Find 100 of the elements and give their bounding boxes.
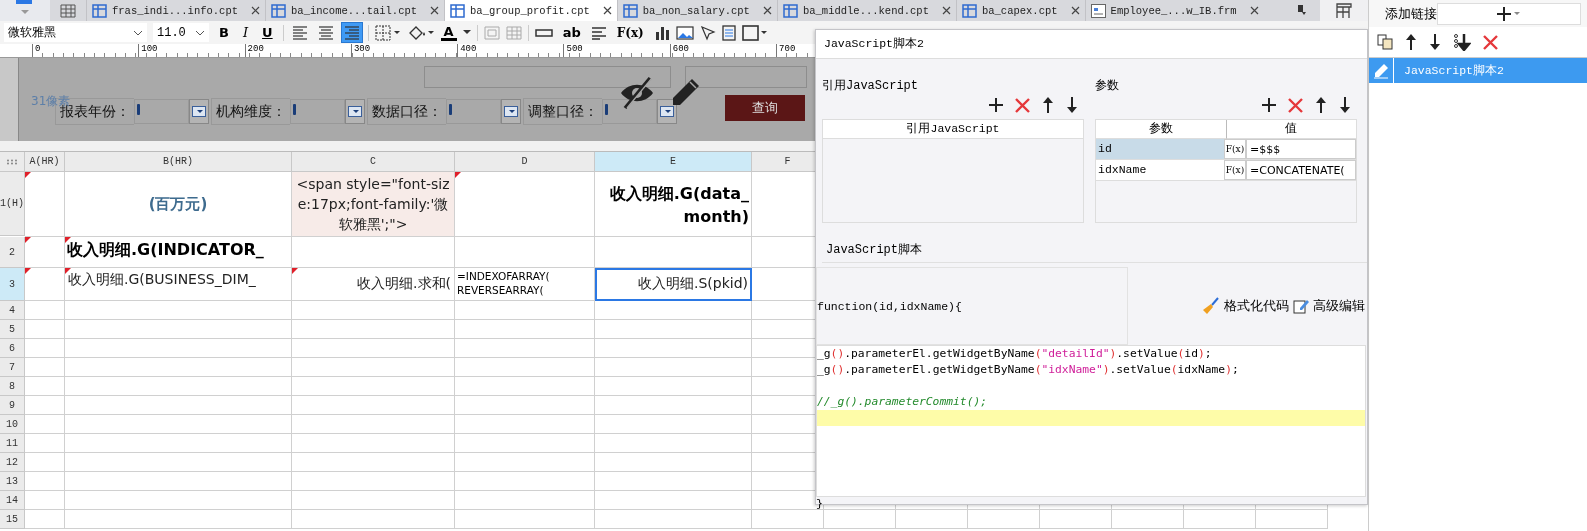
close-icon[interactable] [762,6,772,15]
table-cell[interactable] [25,320,65,339]
row-header[interactable]: 10 [0,415,25,434]
table-cell[interactable] [292,434,455,453]
row-header[interactable]: 2 [0,237,25,268]
font-select[interactable]: 微软雅黑 [4,23,147,42]
arrow-down-icon[interactable] [1339,97,1351,113]
close-icon[interactable] [251,6,261,15]
table-cell[interactable] [65,510,292,529]
row-header[interactable]: 7 [0,358,25,377]
row-header[interactable]: 5 [0,320,25,339]
document-icon[interactable] [721,24,736,41]
move-to-bottom-icon[interactable] [1453,33,1471,51]
close-icon[interactable] [1070,6,1080,15]
table-cell[interactable] [25,434,65,453]
table-cell[interactable] [292,237,455,268]
parameter-name[interactable]: idxName [1096,160,1224,180]
table-cell[interactable] [25,172,65,237]
font-color-button[interactable]: A [440,24,457,41]
table-cell[interactable] [25,301,65,320]
table-cell[interactable] [65,491,292,510]
add-icon[interactable] [989,98,1003,112]
close-icon[interactable] [941,6,951,15]
format-code-button[interactable]: 格式化代码 [1200,297,1291,315]
table-cell[interactable] [25,472,65,491]
arrow-down-icon[interactable] [1429,34,1441,50]
parameter-name[interactable]: id [1096,139,1224,159]
hidden-eye-icon[interactable] [618,76,656,110]
column-header[interactable]: D [455,152,595,172]
table-cell[interactable] [65,339,292,358]
table-cell[interactable] [455,301,595,320]
table-cell[interactable] [1112,510,1184,529]
table-cell[interactable] [455,415,595,434]
table-cell[interactable] [595,510,752,529]
close-icon[interactable] [430,6,440,15]
formula-button[interactable]: F(x) [612,23,648,42]
column-header[interactable]: E [595,152,752,172]
table-cell[interactable] [25,491,65,510]
parameter-value[interactable]: =$$$ [1246,139,1356,159]
row-header[interactable]: 15 [0,510,25,529]
table-cell[interactable] [25,358,65,377]
delete-icon[interactable] [1483,34,1498,50]
table-cell[interactable] [455,320,595,339]
grid-icon[interactable] [60,3,76,18]
table-cell[interactable] [455,472,595,491]
row-header[interactable]: 3 [0,268,25,301]
table-cell[interactable] [292,453,455,472]
table-cell[interactable] [25,377,65,396]
table-cell[interactable] [292,320,455,339]
table-cell[interactable] [752,510,824,529]
table-cell[interactable] [1184,510,1256,529]
table-cell[interactable] [595,237,752,268]
close-icon[interactable] [1249,6,1259,15]
border-icon[interactable] [374,24,401,41]
table-cell[interactable] [968,510,1040,529]
table-cell[interactable] [292,396,455,415]
table-cell[interactable] [25,510,65,529]
table-cell[interactable] [65,396,292,415]
row-header[interactable]: 1(H) [0,172,25,236]
table-cell[interactable] [896,510,968,529]
arrow-up-icon[interactable] [1315,97,1327,113]
field-cell[interactable]: 收入明细.G(BUSINESS_DIM_ [65,268,292,301]
code-editor[interactable]: _g().parameterEl.getWidgetByName("detailId").setValue(id); _g().parameterEl.getWidgetByName("idxName").setValue(idxName); //_g().parameterCommit(); [816,345,1366,497]
table-cell[interactable] [65,453,292,472]
markup-cell[interactable]: <span style="font-size:17px;font-family:'微软雅黑';"> [292,172,455,237]
table-cell[interactable] [292,377,455,396]
table-cell[interactable] [455,491,595,510]
arrow-up-icon[interactable] [1405,34,1417,50]
table-cell[interactable] [455,396,595,415]
table-cell[interactable] [292,339,455,358]
arrow-down-icon[interactable] [1066,97,1078,113]
table-cell[interactable] [595,453,752,472]
table-cell[interactable] [292,415,455,434]
table-cell[interactable] [455,237,595,268]
add-icon[interactable] [1262,98,1276,112]
table-cell[interactable] [455,434,595,453]
table-cell[interactable] [65,415,292,434]
table-cell[interactable] [595,396,752,415]
table-cell[interactable] [455,510,595,529]
table-cell[interactable] [65,472,292,491]
text-style-button[interactable]: U [258,23,277,42]
add-dropdown[interactable] [1437,2,1581,25]
copy-icon[interactable] [1377,34,1393,50]
table-cell[interactable] [455,172,595,237]
arrow-up-icon[interactable] [1042,97,1054,113]
table-cell[interactable] [1256,510,1328,529]
paragraph-icon[interactable] [590,25,607,40]
query-button[interactable]: 查询 [725,95,805,121]
table-cell[interactable] [292,491,455,510]
row-header[interactable]: 9 [0,396,25,415]
parameter-field[interactable] [290,99,345,124]
frame-icon[interactable] [741,24,768,41]
table-cell[interactable] [25,453,65,472]
table-cell[interactable] [65,377,292,396]
parameter-field[interactable] [446,99,501,124]
field-heading[interactable]: 收入明细.G(data_month) [595,172,752,237]
parameter-value[interactable]: =CONCATENATE( [1246,160,1356,180]
select-all-corner[interactable] [0,152,25,172]
delete-icon[interactable] [1288,97,1303,113]
row-header[interactable]: 4 [0,301,25,320]
